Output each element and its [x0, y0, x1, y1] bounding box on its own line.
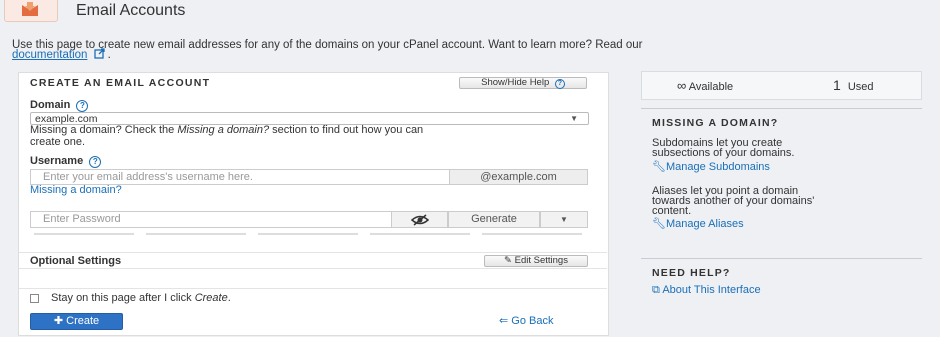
missing-domain-heading: MISSING A DOMAIN? — [652, 117, 779, 129]
email-accounts-icon — [4, 0, 58, 22]
domain-label-text: Domain — [30, 99, 71, 111]
sidebar-divider — [641, 108, 922, 109]
strength-meter-segment — [258, 233, 358, 235]
strength-meter-segment — [482, 233, 582, 235]
password-placeholder: Enter Password — [43, 213, 121, 225]
domain-note: Missing a domain? Check the Missing a do… — [30, 124, 423, 136]
external-link-icon[interactable] — [93, 48, 105, 62]
missing-domain-link[interactable]: Missing a domain? — [30, 184, 122, 196]
stay-label-italic: Create — [194, 292, 228, 304]
generate-password-button[interactable]: Generate — [448, 211, 540, 228]
go-back-link[interactable]: ⇐ Go Back — [499, 315, 553, 327]
used-label: Used — [847, 81, 874, 93]
username-label-text: Username — [30, 155, 84, 167]
divider — [19, 288, 607, 289]
documentation-link[interactable]: documentation — [12, 49, 87, 61]
chevron-down-icon: ▼ — [570, 114, 578, 123]
pencil-icon: ✎ — [504, 255, 512, 266]
subdomains-text-2: subsections of your domains. — [652, 147, 795, 159]
strength-meter-segment — [146, 233, 246, 235]
stay-on-page-checkbox[interactable] — [30, 294, 39, 303]
manage-aliases-label: Manage Aliases — [665, 218, 744, 230]
username-placeholder: Enter your email address's username here… — [43, 171, 253, 183]
about-interface-link[interactable]: ⧉ About This Interface — [652, 285, 761, 296]
manage-subdomains-label: Manage Subdomains — [665, 161, 770, 173]
page-title: Email Accounts — [76, 2, 186, 19]
domain-note-part: section to find out how you can — [269, 124, 424, 136]
username-input[interactable]: Enter your email address's username here… — [30, 169, 450, 185]
about-interface-label: About This Interface — [662, 284, 761, 296]
strength-meter-segment — [370, 233, 470, 235]
used-count: 1 Used — [833, 77, 874, 93]
stay-label-part: . — [227, 292, 231, 304]
create-button[interactable]: ✚ Create — [30, 313, 123, 330]
password-input[interactable]: Enter Password — [30, 211, 392, 228]
manage-subdomains-link[interactable]: 🔧︎Manage Subdomains — [652, 162, 770, 173]
panel-title: CREATE AN EMAIL ACCOUNT — [30, 77, 211, 89]
wrench-icon: 🔧︎ — [652, 218, 666, 230]
edit-settings-button[interactable]: ✎ Edit Settings — [484, 255, 588, 267]
divider — [19, 268, 607, 269]
intro-period: . — [107, 49, 111, 61]
generate-options-dropdown[interactable]: ▼ — [540, 211, 588, 228]
available-count: ∞ Available — [677, 78, 733, 93]
stay-label-part: Stay on this page after I click — [51, 292, 195, 304]
create-label: Create — [66, 315, 100, 327]
strength-meter-segment — [34, 233, 134, 235]
domain-note-line2: create one. — [30, 136, 86, 148]
sidebar-divider — [641, 258, 922, 259]
username-help-icon[interactable]: ? — [89, 156, 102, 168]
optional-settings-label: Optional Settings — [30, 255, 122, 267]
intro-link-row: documentation . — [12, 48, 111, 62]
domain-note-part: Missing a domain? Check the — [30, 124, 178, 136]
used-number: 1 — [833, 77, 841, 93]
username-label: Username ? — [30, 155, 102, 168]
domain-label: Domain ? — [30, 99, 89, 112]
external-link-icon: ⧉ — [652, 284, 660, 296]
manage-aliases-link[interactable]: 🔧︎Manage Aliases — [652, 219, 744, 230]
infinity-icon: ∞ — [677, 78, 687, 93]
need-help-heading: NEED HELP? — [652, 267, 731, 279]
help-icon: ? — [554, 79, 565, 89]
caret-down-icon: ▼ — [560, 215, 568, 224]
arrow-left-icon: ⇐ — [499, 315, 509, 327]
username-domain-suffix: @example.com — [449, 169, 588, 185]
divider — [19, 252, 607, 253]
stay-on-page-label: Stay on this page after I click Create. — [51, 292, 231, 304]
domain-note-italic: Missing a domain? — [177, 124, 270, 136]
available-label: Available — [688, 81, 734, 93]
wrench-icon: 🔧︎ — [652, 161, 666, 173]
plus-icon: ✚ — [53, 315, 64, 327]
edit-settings-label: Edit Settings — [514, 255, 568, 266]
go-back-label: Go Back — [511, 315, 554, 327]
show-hide-help-button[interactable]: Show/Hide Help ? — [459, 77, 587, 89]
eye-slash-icon — [410, 214, 429, 226]
aliases-text-3: content. — [652, 205, 692, 217]
show-hide-help-label: Show/Hide Help — [481, 77, 550, 88]
domain-help-icon[interactable]: ? — [76, 100, 89, 112]
toggle-visibility-button[interactable] — [391, 211, 448, 228]
